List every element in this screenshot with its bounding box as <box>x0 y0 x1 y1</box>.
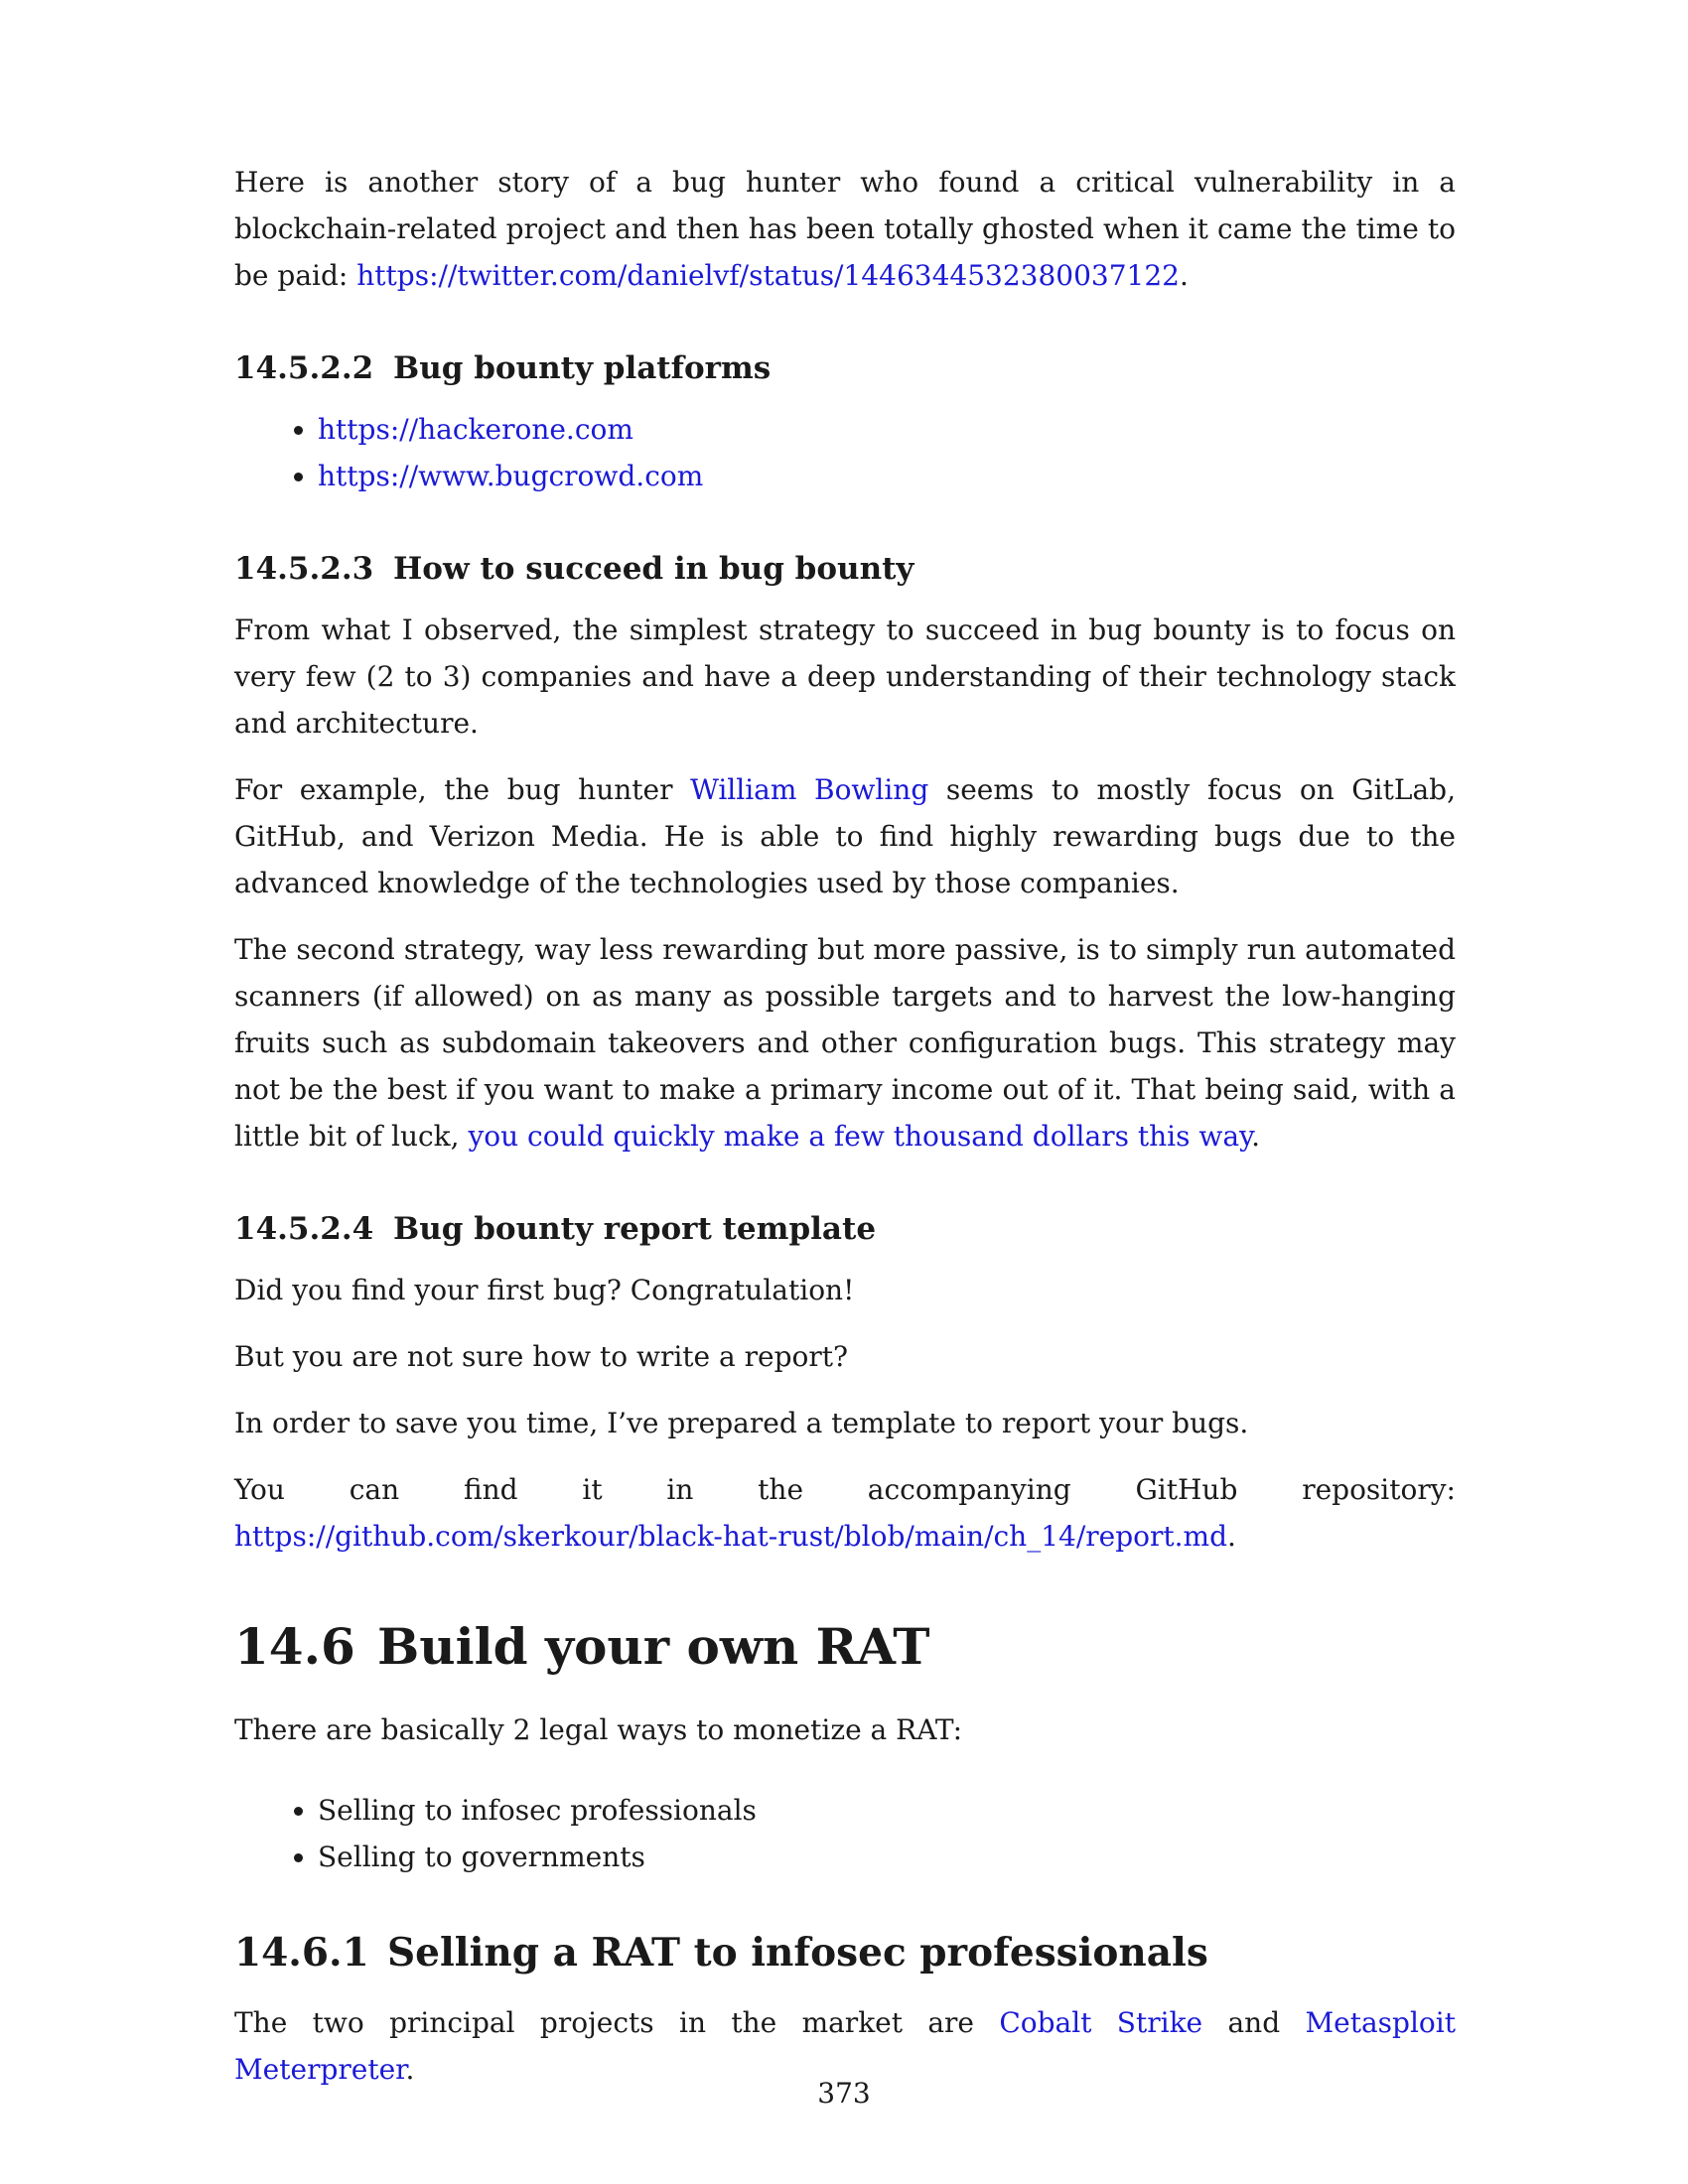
text: The two principal projects in the market… <box>234 2006 1000 2039</box>
section-title: Build your own RAT <box>377 1617 930 1676</box>
paragraph: From what I observed, the simplest strat… <box>234 614 1456 740</box>
paragraph: You can find it in the accompanying GitH… <box>234 1466 1456 1560</box>
section-number: 14.5.2.4 <box>234 1211 374 1247</box>
thousand-dollars-link[interactable]: you could quickly make a few thousand do… <box>468 1120 1251 1153</box>
bugcrowd-link[interactable]: https://www.bugcrowd.com <box>318 460 703 492</box>
list-item: Selling to governments <box>318 1834 1456 1880</box>
paragraph: But you are not sure how to write a repo… <box>234 1340 848 1373</box>
text: You can find it in the accompanying GitH… <box>234 1473 1456 1506</box>
hackerone-link[interactable]: https://hackerone.com <box>318 413 633 446</box>
section-number: 14.6 <box>234 1617 355 1676</box>
page-number: 373 <box>817 2077 871 2110</box>
list-item: Selling to infosec professionals <box>318 1787 1456 1834</box>
list-item: https://hackerone.com <box>318 406 1456 453</box>
text: . <box>1251 1120 1261 1153</box>
section-heading-14-5-2-4: 14.5.2.4 Bug bounty report template <box>234 1209 1456 1249</box>
paragraph: In order to save you time, I’ve prepared… <box>234 1407 1249 1439</box>
section-title: Bug bounty platforms <box>393 350 772 386</box>
document-page: Here is another story of a bug hunter wh… <box>234 159 1456 2113</box>
section-title: Selling a RAT to infosec professionals <box>387 1930 1208 1976</box>
cobalt-strike-link[interactable]: Cobalt Strike <box>999 2006 1202 2039</box>
section-title: Bug bounty report template <box>393 1211 877 1247</box>
platforms-list: https://hackerone.com https://www.bugcro… <box>234 406 1456 499</box>
section-heading-14-6: 14.6 Build your own RAT <box>234 1617 1456 1677</box>
text: . <box>1227 1520 1236 1553</box>
section-number: 14.5.2.3 <box>234 551 374 587</box>
paragraph: For example, the bug hunter William Bowl… <box>234 766 1456 906</box>
section-heading-14-6-1: 14.6.1 Selling a RAT to infosec professio… <box>234 1928 1456 1978</box>
paragraph: Did you find your first bug? Congratulat… <box>234 1274 855 1306</box>
section-heading-14-5-2-3: 14.5.2.3 How to succeed in bug bounty <box>234 549 1456 589</box>
section-heading-14-5-2-2: 14.5.2.2 Bug bounty platforms <box>234 348 1456 388</box>
text: and <box>1202 2006 1306 2039</box>
paragraph: The second strategy, way less rewarding … <box>234 926 1456 1160</box>
list-item: https://www.bugcrowd.com <box>318 453 1456 499</box>
william-bowling-link[interactable]: William Bowling <box>690 773 928 806</box>
monetize-list: Selling to infosec professionals Selling… <box>234 1787 1456 1880</box>
section-number: 14.6.1 <box>234 1930 369 1976</box>
section-number: 14.5.2.2 <box>234 350 374 386</box>
intro-paragraph: Here is another story of a bug hunter wh… <box>234 159 1456 299</box>
twitter-link[interactable]: https://twitter.com/danielvf/status/1446… <box>356 259 1180 292</box>
text: For example, the bug hunter <box>234 773 691 806</box>
intro-end: . <box>1179 259 1189 292</box>
paragraph: There are basically 2 legal ways to mone… <box>234 1713 963 1746</box>
report-template-link[interactable]: https://github.com/skerkour/black-hat-ru… <box>234 1520 1227 1553</box>
section-title: How to succeed in bug bounty <box>393 551 914 587</box>
